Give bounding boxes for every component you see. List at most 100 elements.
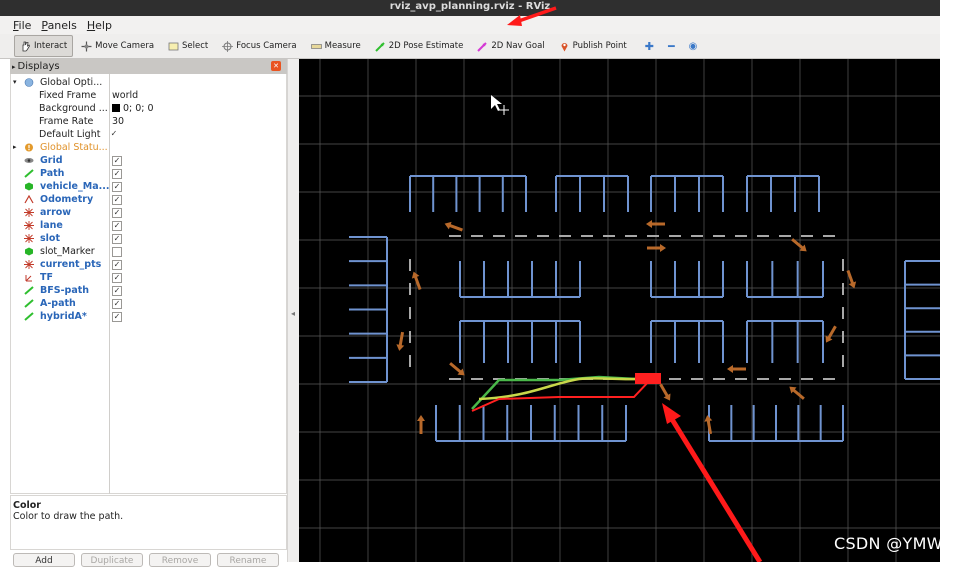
display-item-checkbox[interactable]: ✓ xyxy=(112,312,122,322)
road-arrow-shaft xyxy=(791,387,805,400)
road-arrow-head xyxy=(646,220,652,228)
menu-file[interactable]: File xyxy=(13,19,31,32)
display-item-checkbox[interactable]: ✓ xyxy=(112,234,122,244)
background-value[interactable]: 0; 0; 0 xyxy=(112,102,154,115)
display-item-label: Path xyxy=(40,168,65,179)
path-icon xyxy=(24,286,34,295)
road-arrow xyxy=(825,325,837,343)
display-item-label: slot_Marker xyxy=(40,246,95,257)
collapse-left-icon[interactable]: ◂ xyxy=(291,309,295,318)
collapse-arrow-icon[interactable]: ▸ xyxy=(13,141,17,154)
tool-move-camera[interactable]: Move Camera xyxy=(75,35,160,57)
tree-row-global-status[interactable]: ▸ Global Statu... xyxy=(11,141,286,154)
display-item-checkbox[interactable]: ✓ xyxy=(112,169,122,179)
display-item[interactable]: vehicle_Ma... ✓ xyxy=(11,180,286,193)
tool-measure[interactable]: Measure xyxy=(305,35,367,57)
display-item[interactable]: BFS-path ✓ xyxy=(11,284,286,297)
display-item-checkbox[interactable]: ✓ xyxy=(112,221,122,231)
display-tree[interactable]: ▾ Global Opti... Fixed Frame world Backg… xyxy=(10,74,287,494)
tool-2d-nav-goal[interactable]: 2D Nav Goal xyxy=(471,35,550,57)
map-pin-icon xyxy=(559,41,570,52)
tool-select-label: Select xyxy=(182,41,209,51)
display-item-checkbox[interactable] xyxy=(112,247,122,257)
display-item[interactable]: slot_Marker xyxy=(11,245,286,258)
display-item-checkbox[interactable]: ✓ xyxy=(112,273,122,283)
menu-help[interactable]: Help xyxy=(87,19,112,32)
bfs-path-line xyxy=(471,375,638,410)
display-buttons: Add Duplicate Remove Rename xyxy=(10,553,290,567)
rename-button[interactable]: Rename xyxy=(217,553,279,567)
marker-array-icon xyxy=(24,260,34,269)
display-item-checkbox[interactable]: ✓ xyxy=(112,299,122,309)
collapse-arrow-icon[interactable]: ▸ xyxy=(12,63,16,71)
display-item[interactable]: A-path ✓ xyxy=(11,297,286,310)
minus-icon: ━ xyxy=(667,39,675,53)
display-item-checkbox[interactable]: ✓ xyxy=(112,260,122,270)
tool-camera-type-button[interactable]: ◉ xyxy=(683,35,704,57)
display-item[interactable]: Grid ✓ xyxy=(11,154,286,167)
display-item[interactable]: Odometry ✓ xyxy=(11,193,286,206)
display-item-checkbox[interactable]: ✓ xyxy=(112,195,122,205)
tool-interact[interactable]: Interact xyxy=(14,35,74,57)
menu-panels[interactable]: Panels xyxy=(41,19,76,32)
display-item[interactable]: hybridA* ✓ xyxy=(11,310,286,323)
eye-icon: ◉ xyxy=(688,40,698,52)
mouse-cursor-icon xyxy=(491,95,502,111)
a-path-line xyxy=(478,377,638,401)
road-arrow xyxy=(727,365,746,373)
road-arrow-head xyxy=(727,365,733,373)
tool-remove-button[interactable]: ━ xyxy=(662,35,681,57)
display-item[interactable]: Path ✓ xyxy=(11,167,286,180)
remove-button[interactable]: Remove xyxy=(149,553,211,567)
tree-row-fixed-frame[interactable]: Fixed Frame world xyxy=(11,89,286,102)
expand-arrow-icon[interactable]: ▾ xyxy=(13,76,17,89)
window-title: rviz_avp_planning.rviz - RViz xyxy=(389,1,551,12)
road-arrow-head xyxy=(704,415,713,422)
road-arrow-shaft xyxy=(846,270,855,286)
background-label: Background ... xyxy=(39,103,108,114)
road-arrow-head xyxy=(417,415,425,421)
pink-arrow-icon xyxy=(477,41,488,52)
add-button[interactable]: Add xyxy=(13,553,75,567)
display-item[interactable]: current_pts ✓ xyxy=(11,258,286,271)
focus-crosshair-icon xyxy=(222,40,234,52)
tree-row-global-options[interactable]: ▾ Global Opti... xyxy=(11,76,286,89)
road-arrow-head xyxy=(444,221,452,230)
road-arrow-head xyxy=(396,344,405,351)
property-description: Color Color to draw the path. xyxy=(10,495,287,550)
display-item-checkbox[interactable]: ✓ xyxy=(112,182,122,192)
tool-2d-pose-estimate[interactable]: 2D Pose Estimate xyxy=(369,35,470,57)
display-item[interactable]: lane ✓ xyxy=(11,219,286,232)
fixed-frame-label: Fixed Frame xyxy=(39,90,97,101)
tool-bar: Interact Move Camera Select Focus Camera… xyxy=(0,34,940,59)
close-icon[interactable]: ✕ xyxy=(271,61,281,71)
display-item-checkbox[interactable]: ✓ xyxy=(112,156,122,166)
scene-canvas[interactable] xyxy=(299,59,940,562)
display-item[interactable]: slot ✓ xyxy=(11,232,286,245)
display-item[interactable]: TF ✓ xyxy=(11,271,286,284)
tree-row-background[interactable]: Background ... 0; 0; 0 xyxy=(11,102,286,115)
render-viewport[interactable] xyxy=(299,59,940,562)
tree-row-frame-rate[interactable]: Frame Rate 30 xyxy=(11,115,286,128)
display-item-label: current_pts xyxy=(40,259,102,270)
tree-row-default-light[interactable]: Default Light ✓ xyxy=(11,128,286,141)
display-item-checkbox[interactable]: ✓ xyxy=(112,286,122,296)
display-item[interactable]: arrow ✓ xyxy=(11,206,286,219)
tool-select[interactable]: Select xyxy=(162,35,214,57)
road-arrow-head xyxy=(411,271,420,279)
warning-icon xyxy=(24,143,34,152)
default-light-checkbox[interactable]: ✓ xyxy=(110,130,118,138)
frame-rate-value[interactable]: 30 xyxy=(112,115,124,128)
duplicate-button[interactable]: Duplicate xyxy=(81,553,143,567)
road-arrow-head xyxy=(660,244,666,252)
display-item-checkbox[interactable]: ✓ xyxy=(112,208,122,218)
tool-add-button[interactable]: ✚ xyxy=(639,35,660,57)
color-swatch-icon xyxy=(112,104,120,112)
tool-publish-point[interactable]: Publish Point xyxy=(553,35,633,57)
path-icon xyxy=(24,312,34,321)
display-item-label: vehicle_Ma... xyxy=(40,181,110,192)
tool-focus-camera[interactable]: Focus Camera xyxy=(216,35,302,57)
plus-icon: ✚ xyxy=(644,39,654,53)
fixed-frame-value[interactable]: world xyxy=(112,89,138,102)
tool-publish-point-label: Publish Point xyxy=(572,41,627,51)
